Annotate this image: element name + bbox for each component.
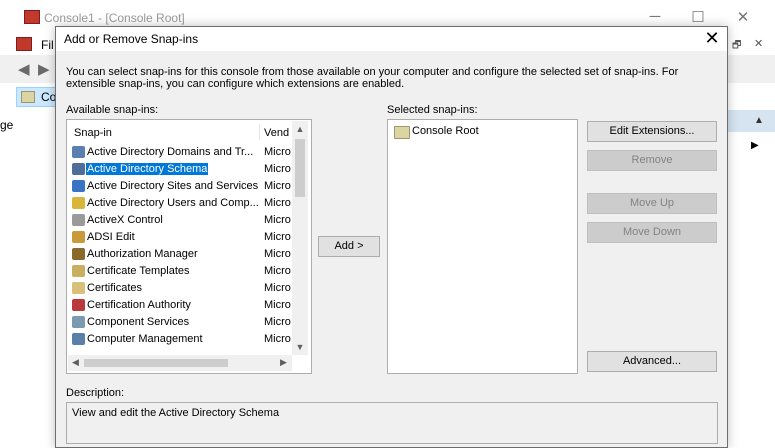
edge-text: ge	[0, 118, 14, 132]
mmc-app-icon	[24, 10, 40, 24]
description-text: View and edit the Active Directory Schem…	[72, 407, 280, 419]
advanced-button[interactable]: Advanced...	[587, 351, 717, 372]
snapin-vendor: Micro	[264, 214, 291, 226]
snapin-vendor: Micro	[264, 265, 291, 277]
authorization-icon	[72, 248, 85, 260]
menu-app-icon	[16, 37, 32, 51]
snapin-row[interactable]: Component Services Micro	[67, 314, 291, 331]
console-title: Console1 - [Console Root]	[44, 11, 185, 25]
forward-arrow-icon[interactable]: ▶	[38, 60, 50, 78]
certificates-icon	[72, 282, 85, 294]
minimize-icon[interactable]: ─	[645, 8, 665, 25]
scroll-right-icon[interactable]: ▶	[280, 357, 287, 368]
adsi-edit-icon	[72, 231, 85, 243]
snapin-name: Certificate Templates	[87, 265, 190, 277]
snapin-vendor: Micro	[264, 333, 291, 345]
snapin-row[interactable]: Certification Authority Micro	[67, 297, 291, 314]
add-remove-snapins-dialog: Add or Remove Snap-ins ✕ You can select …	[55, 26, 728, 448]
snapin-name: Certification Authority	[87, 299, 191, 311]
snapin-row[interactable]: Certificates Micro	[67, 280, 291, 297]
description-label: Description:	[66, 387, 125, 399]
horizontal-scrollbar[interactable]: ◀ ▶	[68, 355, 292, 371]
snapin-row[interactable]: Active Directory Schema Micro	[67, 161, 291, 178]
snapin-vendor: Micro	[264, 248, 291, 260]
restore-icon[interactable]: 🗗	[732, 38, 741, 55]
folder-icon	[394, 126, 410, 139]
snapin-name: Certificates	[87, 282, 143, 294]
column-header-vendor[interactable]: Vend	[264, 127, 289, 139]
selected-snapins-label: Selected snap-ins:	[387, 104, 478, 116]
snapin-vendor: Micro	[264, 163, 291, 175]
snapin-name: Computer Management	[87, 333, 203, 345]
column-header-snapin[interactable]: Snap-in	[74, 127, 112, 139]
snapin-name: ActiveX Control	[87, 214, 163, 226]
snapin-name: Active Directory Schema	[86, 163, 209, 175]
snapin-vendor: Micro	[264, 316, 291, 328]
activex-icon	[72, 214, 85, 226]
ad-schema-icon	[72, 163, 85, 175]
snapin-row[interactable]: ADSI Edit Micro	[67, 229, 291, 246]
close-icon[interactable]: ✕	[733, 8, 753, 26]
snapin-vendor: Micro	[264, 299, 291, 311]
back-arrow-icon[interactable]: ◀	[18, 60, 30, 78]
actions-pane	[726, 85, 775, 438]
selected-snapins-list[interactable]: Console Root	[387, 119, 578, 374]
cert-templates-icon	[72, 265, 85, 277]
snapin-row[interactable]: Computer Management Micro	[67, 331, 291, 348]
computer-management-icon	[72, 333, 85, 345]
move-down-button[interactable]: Move Down	[587, 222, 717, 243]
snapin-vendor: Micro	[264, 180, 291, 192]
snapin-name: Authorization Manager	[87, 248, 198, 260]
ad-domains-icon	[72, 146, 85, 158]
edit-extensions-button[interactable]: Edit Extensions...	[587, 121, 717, 142]
scroll-down-icon[interactable]: ▼	[292, 342, 308, 352]
snapin-vendor: Micro	[264, 231, 291, 243]
collapse-arrow-icon[interactable]: ▲	[754, 115, 764, 126]
dialog-title: Add or Remove Snap-ins	[64, 32, 199, 46]
snapin-name: Component Services	[87, 316, 190, 328]
available-snapins-label: Available snap-ins:	[66, 104, 159, 116]
horizontal-scroll-thumb[interactable]	[84, 359, 228, 367]
folder-icon	[21, 91, 35, 103]
ad-users-icon	[72, 197, 85, 209]
component-services-icon	[72, 316, 85, 328]
maximize-icon[interactable]: ☐	[688, 8, 708, 26]
snapin-name: Active Directory Domains and Tr...	[87, 146, 254, 158]
console-tree-pane	[14, 85, 57, 438]
snapin-row[interactable]: Authorization Manager Micro	[67, 246, 291, 263]
snapin-name: Active Directory Sites and Services	[87, 180, 258, 192]
intro-text: You can select snap-ins for this console…	[66, 66, 679, 90]
vertical-scroll-thumb[interactable]	[295, 139, 305, 197]
snapin-name: ADSI Edit	[87, 231, 135, 243]
vertical-scrollbar[interactable]: ▲ ▼	[292, 121, 308, 355]
selected-item-label: Console Root	[412, 125, 479, 137]
snapin-row[interactable]: Active Directory Users and Comp... Micro	[67, 195, 291, 212]
scroll-left-icon[interactable]: ◀	[72, 357, 79, 368]
scroll-up-icon[interactable]: ▲	[292, 124, 308, 134]
remove-button[interactable]: Remove	[587, 150, 717, 171]
snapin-row[interactable]: Active Directory Sites and Services Micro	[67, 178, 291, 195]
list-header: Snap-in Vend	[67, 120, 307, 144]
column-divider	[259, 124, 260, 140]
snapin-row[interactable]: ActiveX Control Micro	[67, 212, 291, 229]
ad-sites-icon	[72, 180, 85, 192]
snapin-row[interactable]: Certificate Templates Micro	[67, 263, 291, 280]
cert-authority-icon	[72, 299, 85, 311]
snapin-vendor: Micro	[264, 197, 291, 209]
console-root-tree-item[interactable]: Co	[16, 87, 58, 107]
available-snapins-list[interactable]: Snap-in Vend Active Directory Domains an…	[66, 119, 312, 374]
menu-file[interactable]: Fil	[41, 38, 54, 52]
add-button[interactable]: Add >	[318, 236, 380, 257]
snapin-vendor: Micro	[264, 146, 291, 158]
dialog-close-icon[interactable]: ✕	[701, 28, 723, 49]
snapin-vendor: Micro	[264, 282, 291, 294]
move-up-button[interactable]: Move Up	[587, 193, 717, 214]
expand-arrow-icon[interactable]: ▶	[751, 140, 759, 151]
snapin-name: Active Directory Users and Comp...	[87, 197, 258, 209]
snapin-row[interactable]: Active Directory Domains and Tr... Micro	[67, 144, 291, 161]
actions-header[interactable]: ▲	[726, 110, 775, 132]
close-child-icon[interactable]: ✕	[754, 37, 763, 50]
